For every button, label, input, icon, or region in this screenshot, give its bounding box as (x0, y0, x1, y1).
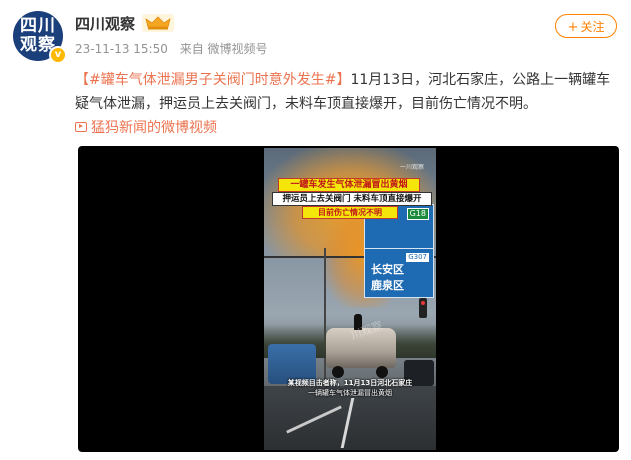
topic-link[interactable]: 【#罐车气体泄漏男子关阀门时意外发生#】 (75, 72, 350, 88)
road-sign-lower: G307 长安区 鹿泉区 (364, 248, 434, 298)
video-source-link[interactable]: 猛犸新闻的微博视频 (75, 117, 217, 137)
follow-label: 关注 (580, 20, 605, 34)
video-source-label: 猛犸新闻的微博视频 (91, 120, 217, 136)
verified-badge-icon: v (49, 46, 67, 64)
route-badge-g307: G307 (406, 253, 429, 262)
video-subtitle-1: 某视频目击者称，11月13日河北石家庄 (287, 379, 413, 387)
wheel (376, 366, 388, 378)
wheel (332, 366, 344, 378)
avatar-text-line1: 四川 (20, 16, 56, 36)
district-name-2: 鹿泉区 (371, 279, 404, 292)
traffic-light (419, 298, 427, 318)
crown-icon[interactable] (142, 14, 174, 32)
video-caption-1: 一罐车发生气体泄漏冒出黄烟 (278, 178, 420, 192)
route-badge: G18 (406, 208, 429, 220)
video-play-icon (75, 122, 87, 132)
video-frame: G18 G307 长安区 鹿泉区 一川观察 一罐车发生气体泄漏冒出黄烟 押运员上… (264, 148, 436, 450)
post-meta: 23-11-13 15:50 来自 微博视频号 (75, 40, 276, 57)
video-watermark-top: 一川观察 (400, 164, 425, 171)
video-caption-3: 目前伤亡情况不明 (302, 206, 398, 219)
post-content: 【#罐车气体泄漏男子关阀门时意外发生#】11月13日，河北石家庄，公路上一辆罐车… (75, 68, 620, 116)
district-name-1: 长安区 (371, 263, 404, 276)
post-time[interactable]: 23-11-13 15:50 (75, 42, 168, 56)
follow-button[interactable]: + 关注 (555, 14, 617, 38)
username[interactable]: 四川观察 (75, 13, 135, 34)
plus-icon: + (567, 20, 579, 35)
video-subtitle-2: 一辆罐车气体泄漏冒出黄烟 (308, 389, 392, 397)
video-player[interactable]: G18 G307 长安区 鹿泉区 一川观察 一罐车发生气体泄漏冒出黄烟 押运员上… (78, 146, 619, 452)
video-caption-2: 押运员上去关阀门 未料车顶直接爆开 (272, 192, 432, 206)
post-source: 来自 微博视频号 (179, 42, 268, 56)
